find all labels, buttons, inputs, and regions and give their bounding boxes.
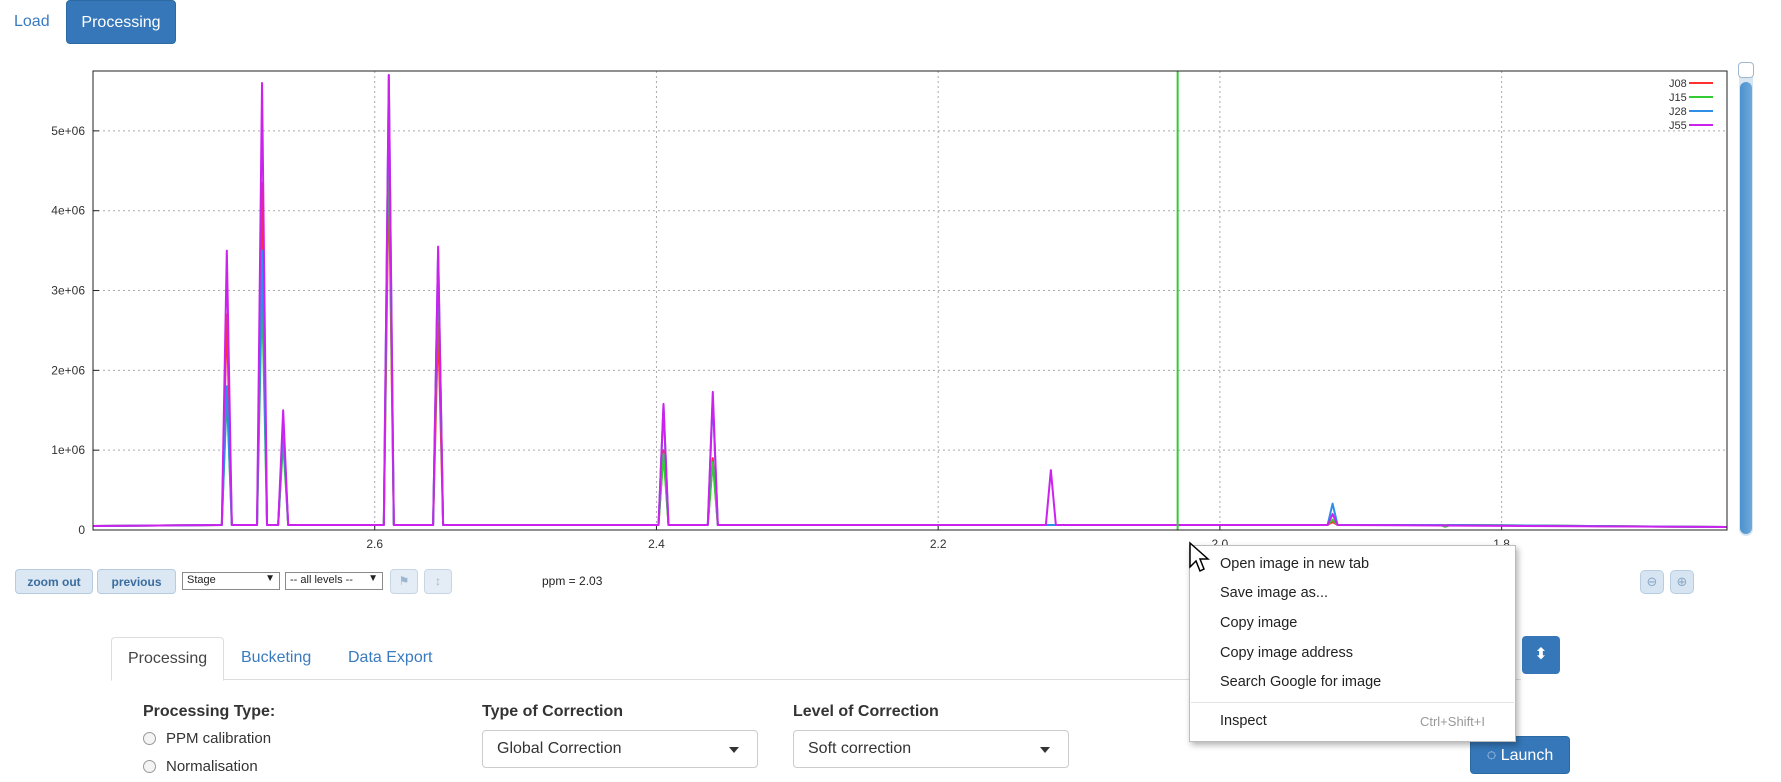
stage-select[interactable]: Stage ▼ (182, 572, 280, 590)
ctx-inspect[interactable]: Inspect (1220, 713, 1267, 729)
vertical-arrows-icon[interactable]: ↕ (424, 569, 452, 594)
zoom-out-button[interactable]: zoom out (15, 569, 93, 594)
ctx-save-image-as[interactable]: Save image as... (1220, 585, 1328, 601)
stage-select-value: Stage (187, 574, 216, 586)
chevron-down-icon: ▼ (368, 573, 378, 584)
x-tick-label: 2.6 (366, 537, 383, 551)
spinner-icon: ◌ (1486, 747, 1497, 764)
radio-circle-icon[interactable] (143, 760, 156, 773)
y-tick-label: 3e+06 (51, 284, 85, 298)
mouse-pointer-icon (1189, 541, 1210, 573)
radio-normalisation[interactable]: Normalisation (143, 758, 258, 775)
caret-down-icon (729, 747, 739, 753)
y-tick-label: 5e+06 (51, 124, 85, 138)
y-tick-label: 2e+06 (51, 363, 85, 377)
caret-down-icon (1040, 747, 1050, 753)
flag-icon[interactable]: ⚑ (390, 569, 418, 594)
radio-ppm-calibration[interactable]: PPM calibration (143, 730, 271, 747)
type-correction-value: Global Correction (497, 740, 622, 757)
tab-processing-panel[interactable]: Processing (111, 637, 225, 681)
radio-ppm-label: PPM calibration (166, 730, 272, 747)
zoom-scrollbar-thumb[interactable] (1740, 82, 1752, 534)
legend-label-j55: J55 (1669, 120, 1687, 132)
legend-label-j28: J28 (1669, 106, 1687, 118)
tab-bucketing[interactable]: Bucketing (225, 637, 327, 679)
sort-button[interactable]: ⬍ (1522, 636, 1560, 674)
ctx-copy-image-address[interactable]: Copy image address (1220, 645, 1353, 661)
type-correction-select[interactable]: Global Correction (482, 730, 758, 768)
x-tick-label: 2.2 (930, 537, 947, 551)
y-tick-label: 0 (78, 523, 85, 537)
ctx-inspect-shortcut: Ctrl+Shift+I (1419, 714, 1485, 729)
radio-norm-label: Normalisation (166, 758, 258, 775)
chevron-down-icon: ▼ (265, 573, 275, 584)
legend-label-j08: J08 (1669, 78, 1687, 90)
y-tick-label: 1e+06 (51, 443, 85, 457)
context-menu: Open image in new tab Save image as... C… (1189, 545, 1516, 742)
ppm-readout: ppm = 2.03 (542, 574, 603, 588)
level-correction-value: Soft correction (808, 740, 912, 757)
ctx-search-google-image[interactable]: Search Google for image (1220, 674, 1381, 690)
legend-label-j15: J15 (1669, 92, 1687, 104)
y-tick-label: 4e+06 (51, 204, 85, 218)
level-correction-select[interactable]: Soft correction (793, 730, 1069, 768)
plot-background (93, 71, 1727, 530)
zoom-out-circle-icon[interactable]: ⊕ (1670, 570, 1694, 594)
radio-circle-icon[interactable] (143, 732, 156, 745)
sort-arrows-icon: ⬍ (1534, 646, 1548, 663)
ctx-open-image-new-tab[interactable]: Open image in new tab (1220, 556, 1369, 572)
tab-data-export[interactable]: Data Export (332, 637, 448, 679)
x-tick-label: 2.4 (648, 537, 665, 551)
type-correction-label: Type of Correction (482, 703, 624, 720)
zoom-in-circle-icon[interactable]: ⊖ (1640, 570, 1664, 594)
levels-select[interactable]: -- all levels -- ▼ (285, 572, 383, 590)
tab-load[interactable]: Load (14, 0, 50, 44)
level-correction-label: Level of Correction (793, 703, 939, 720)
spectrum-chart[interactable]: 2.6 2.4 2.2 2.0 1.801e+062e+063e+064e+065e+0… (0, 55, 1740, 555)
launch-label: Launch (1500, 747, 1554, 764)
levels-select-value: -- all levels -- (290, 574, 353, 586)
previous-button[interactable]: previous (97, 569, 176, 594)
menu-separator (1191, 702, 1514, 703)
processing-type-label: Processing Type: (143, 703, 276, 720)
ctx-copy-image[interactable]: Copy image (1220, 615, 1297, 631)
tab-processing[interactable]: Processing (66, 0, 176, 44)
zoom-scrollbar-handle[interactable] (1738, 62, 1754, 78)
